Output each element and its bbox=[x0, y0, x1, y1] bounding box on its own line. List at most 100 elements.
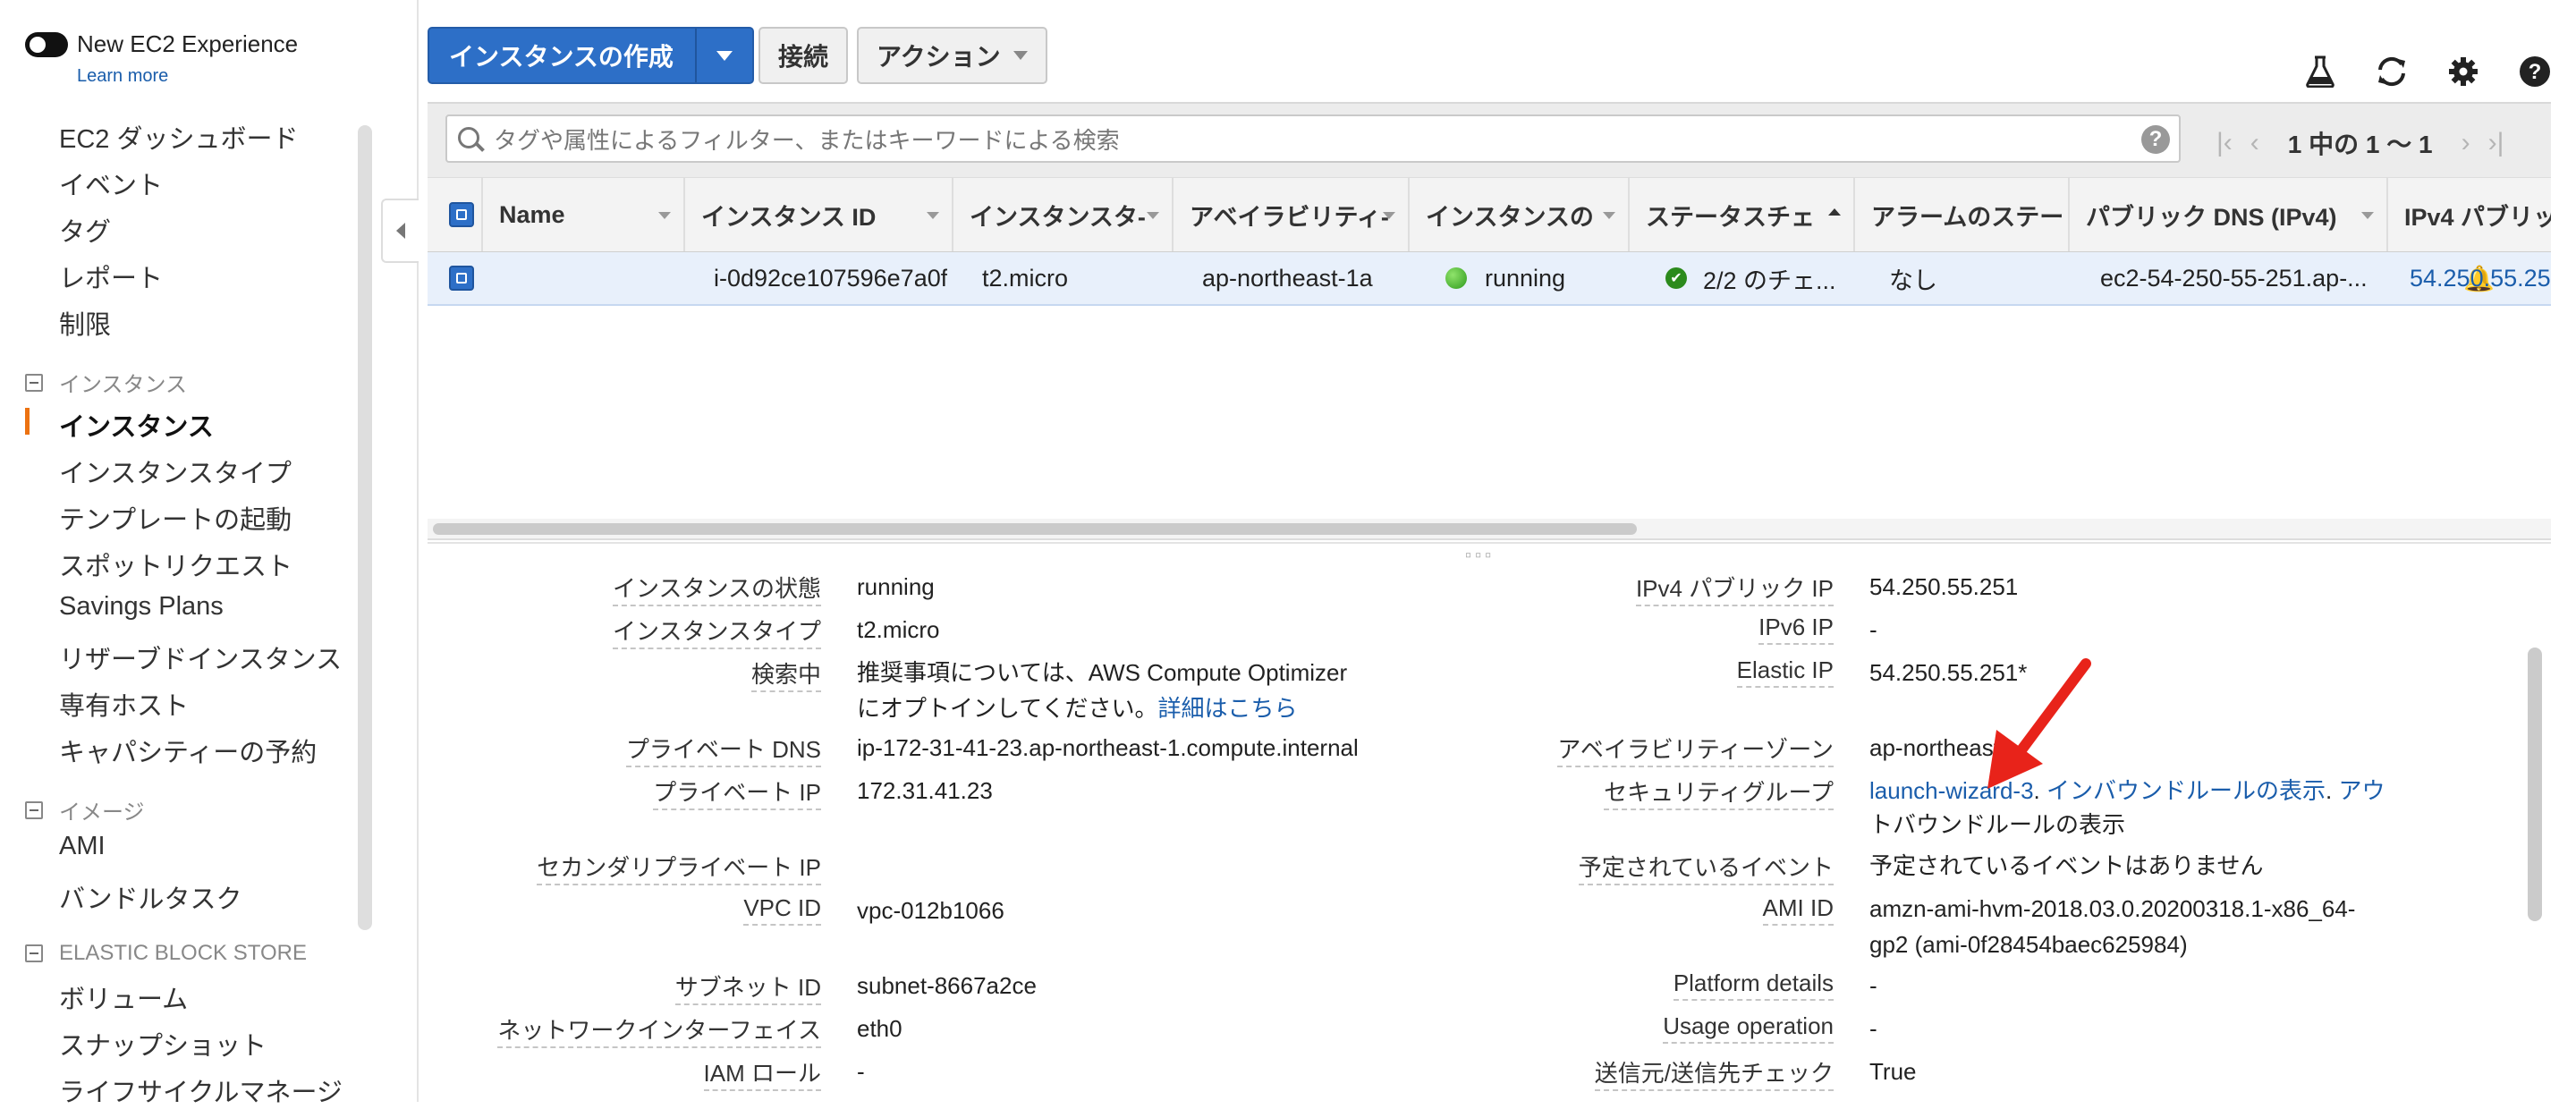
details-vertical-scrollbar[interactable] bbox=[2528, 648, 2542, 921]
column-alarm-status[interactable]: アラームのステー bbox=[1855, 178, 2070, 251]
refresh-icon[interactable] bbox=[2372, 52, 2411, 91]
value-instance-type: t2.micro bbox=[857, 616, 940, 643]
group-images[interactable]: イメージ bbox=[25, 794, 145, 825]
value-platform-details: - bbox=[1869, 972, 1877, 999]
value-ipv4-public-ip[interactable]: 54.250.55.251 bbox=[1869, 569, 2018, 605]
row-checkbox[interactable] bbox=[449, 266, 474, 291]
cell-status-check: ✔ 2/2 のチェ... bbox=[1665, 252, 1844, 304]
flask-icon[interactable] bbox=[2301, 52, 2340, 91]
connect-button[interactable]: 接続 bbox=[758, 27, 849, 84]
table-horizontal-scrollbar[interactable] bbox=[428, 519, 2551, 540]
resize-handle[interactable]: ▫▫▫ bbox=[1465, 546, 1495, 566]
column-label: Name bbox=[499, 200, 565, 228]
column-ipv4-public[interactable]: IPv4 パブリッ bbox=[2388, 178, 2551, 251]
sidebar-item-reserved-instances[interactable]: リザーブドインスタンス bbox=[59, 639, 342, 676]
column-public-dns[interactable]: パブリック DNS (IPv4) bbox=[2070, 178, 2388, 251]
column-availability-zone[interactable]: アベイラビリティ- bbox=[1174, 178, 1410, 251]
value-ipv6-ip: - bbox=[1869, 616, 1877, 643]
toggle-switch[interactable] bbox=[25, 31, 68, 57]
group-label: イメージ bbox=[59, 800, 145, 825]
search-help-icon[interactable]: ? bbox=[2141, 125, 2170, 154]
value-usage-operation: - bbox=[1869, 1015, 1877, 1042]
create-instance-button[interactable]: インスタンスの作成 bbox=[428, 27, 754, 84]
sidebar-item-tags[interactable]: タグ bbox=[59, 211, 111, 249]
new-experience-toggle-row[interactable]: New EC2 Experience bbox=[25, 30, 298, 58]
label-ami-id: AMI ID bbox=[1762, 894, 1834, 926]
row-checkbox-cell[interactable] bbox=[449, 252, 474, 304]
column-label: インスタンス ID bbox=[701, 203, 877, 231]
sidebar-item-events[interactable]: イベント bbox=[59, 165, 163, 202]
gear-icon[interactable] bbox=[2444, 52, 2483, 91]
sidebar-item-bundle-tasks[interactable]: バンドルタスク bbox=[59, 878, 242, 916]
collapse-sidebar-button[interactable] bbox=[381, 199, 419, 263]
label-instance-type: インスタンスタイプ bbox=[613, 614, 821, 649]
prev-page-icon[interactable]: ‹ bbox=[2250, 128, 2259, 158]
label-vpc-id: VPC ID bbox=[743, 894, 821, 926]
sidebar-item-reports[interactable]: レポート bbox=[59, 258, 163, 295]
value-ami-id-line1[interactable]: amzn-ami-hvm-2018.03.0.20200318.1-x86_64… bbox=[1869, 891, 2355, 927]
value-ami-id-line2[interactable]: gp2 (ami-0f28454baec625984) bbox=[1869, 927, 2188, 962]
cell-instance-type: t2.micro bbox=[982, 264, 1069, 292]
cell-ipv4[interactable]: 54.250.55.251 bbox=[2410, 252, 2551, 304]
sidebar-item-limits[interactable]: 制限 bbox=[59, 304, 111, 342]
sidebar: New EC2 Experience Learn more EC2 ダッシュボー… bbox=[0, 0, 417, 1107]
collapse-icon[interactable] bbox=[25, 800, 43, 819]
column-instance-state[interactable]: インスタンスの bbox=[1410, 178, 1630, 251]
column-status-checks[interactable]: ステータスチェ bbox=[1630, 178, 1855, 251]
help-icon[interactable]: ? bbox=[2515, 52, 2555, 91]
chevron-down-icon bbox=[716, 50, 733, 61]
search-input[interactable]: タグや属性によるフィルター、またはキーワードによる検索 ? bbox=[445, 114, 2181, 163]
sidebar-item-snapshots[interactable]: スナップショット bbox=[59, 1025, 267, 1062]
sidebar-item-launch-templates[interactable]: テンプレートの起動 bbox=[59, 499, 292, 537]
pagination: |‹ ‹ 1 中の 1 〜 1 › ›| bbox=[2207, 125, 2512, 161]
sidebar-item-capacity-reservations[interactable]: キャパシティーの予約 bbox=[59, 732, 317, 769]
sidebar-item-ami[interactable]: AMI bbox=[59, 832, 106, 861]
select-all-checkbox-cell[interactable] bbox=[428, 178, 483, 251]
collapse-icon[interactable] bbox=[25, 944, 43, 962]
sort-icon bbox=[1147, 212, 1159, 219]
column-instance-type[interactable]: インスタンスタ- bbox=[953, 178, 1174, 251]
sidebar-item-spot-requests[interactable]: スポットリクエスト bbox=[59, 546, 292, 583]
sidebar-item-instances[interactable]: インスタンス bbox=[59, 406, 214, 444]
outbound-rules-link[interactable]: アウ bbox=[2338, 777, 2385, 804]
sidebar-item-instance-types[interactable]: インスタンスタイプ bbox=[59, 453, 292, 490]
value-subnet-id[interactable]: subnet-8667a2ce bbox=[857, 968, 1037, 1003]
first-page-icon[interactable]: |‹ bbox=[2216, 128, 2233, 158]
actions-button[interactable]: アクション bbox=[857, 27, 1047, 84]
group-instances[interactable]: インスタンス bbox=[25, 367, 187, 398]
sidebar-item-lifecycle-manager[interactable]: ライフサイクルマネージ bbox=[59, 1071, 343, 1109]
label-availability-zone: アベイラビリティーゾーン bbox=[1557, 732, 1834, 767]
value-private-ip: 172.31.41.23 bbox=[857, 777, 993, 804]
table-row[interactable]: i-0d92ce107596e7a0f t2.micro ap-northeas… bbox=[428, 252, 2551, 306]
create-instance-dropdown[interactable] bbox=[694, 29, 752, 82]
sidebar-item-savings-plans[interactable]: Savings Plans bbox=[59, 592, 224, 622]
details-divider bbox=[428, 542, 2551, 544]
create-instance-label: インスタンスの作成 bbox=[449, 43, 674, 71]
sidebar-item-dashboard[interactable]: EC2 ダッシュボード bbox=[59, 118, 298, 156]
sidebar-item-dedicated-hosts[interactable]: 専有ホスト bbox=[59, 685, 189, 723]
last-page-icon[interactable]: ›| bbox=[2488, 128, 2504, 158]
sidebar-divider bbox=[417, 0, 419, 1102]
value-iam-role: - bbox=[857, 1058, 865, 1085]
learn-more-link[interactable]: Learn more bbox=[77, 66, 168, 87]
label-network-interface: ネットワークインターフェイス bbox=[497, 1012, 821, 1048]
value-security-groups-line2[interactable]: トバウンドルールの表示 bbox=[1869, 807, 2125, 842]
group-label: ELASTIC BLOCK STORE bbox=[59, 941, 307, 965]
group-label: インスタンス bbox=[59, 373, 188, 397]
search-icon bbox=[456, 125, 483, 152]
sidebar-item-volumes[interactable]: ボリューム bbox=[59, 978, 188, 1016]
select-all-checkbox[interactable] bbox=[449, 202, 474, 227]
group-ebs[interactable]: ELASTIC BLOCK STORE bbox=[25, 941, 307, 966]
collapse-icon[interactable] bbox=[25, 373, 43, 392]
sidebar-scrollbar[interactable] bbox=[358, 125, 372, 930]
sort-icon bbox=[927, 212, 939, 219]
column-instance-id[interactable]: インスタンス ID bbox=[685, 178, 953, 251]
learn-more-link[interactable]: 詳細はこちら bbox=[1157, 695, 1297, 722]
value-scheduled-events[interactable]: 予定されているイベントはありません bbox=[1869, 848, 2263, 884]
column-label: パブリック DNS (IPv4) bbox=[2086, 203, 2337, 231]
next-page-icon[interactable]: › bbox=[2462, 128, 2470, 158]
value-vpc-id[interactable]: vpc-012b1066 bbox=[857, 893, 1004, 928]
scrollbar-thumb[interactable] bbox=[433, 523, 1637, 535]
column-name[interactable]: Name bbox=[483, 178, 685, 251]
value-network-interface[interactable]: eth0 bbox=[857, 1011, 902, 1046]
